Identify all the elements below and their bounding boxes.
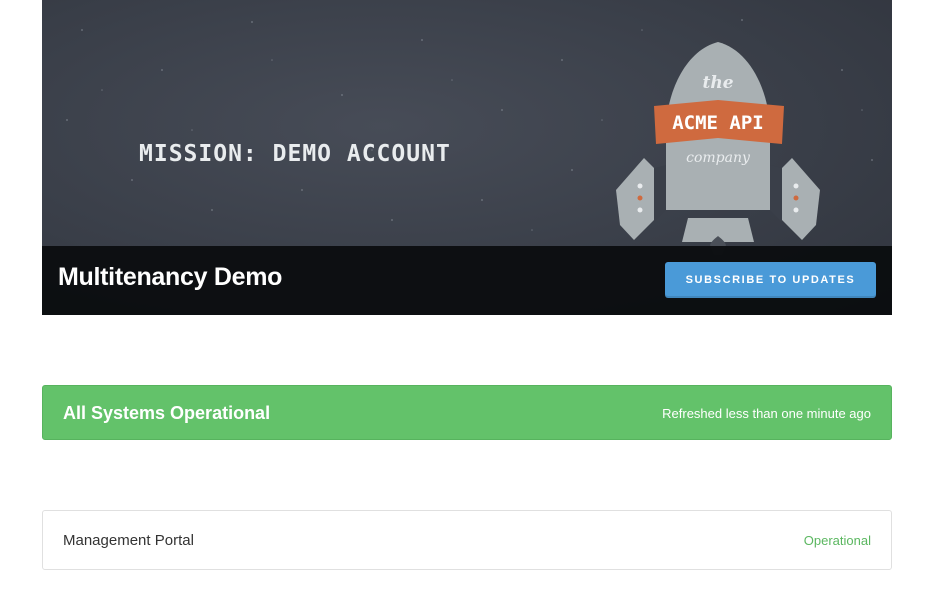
system-status-banner: All Systems Operational Refreshed less t… [42, 385, 892, 440]
logo-text-the: the [702, 73, 733, 93]
acme-rocket-logo: the ACME API company [616, 42, 820, 255]
component-status-badge: Operational [803, 533, 871, 548]
status-refreshed-timestamp: Refreshed less than one minute ago [662, 406, 871, 421]
subscribe-to-updates-button[interactable]: SUBSCRIBE TO UPDATES [665, 262, 876, 298]
mission-banner-text: MISSION: DEMO ACCOUNT [139, 141, 451, 167]
status-title: All Systems Operational [63, 403, 271, 423]
logo-text-acme-api: ACME API [672, 112, 764, 134]
component-name: Management Portal [63, 532, 194, 549]
page-title: Multitenancy Demo [58, 263, 283, 291]
hero-banner: MISSION: DEMO ACCOUNT the ACME API compa… [42, 0, 892, 315]
logo-text-company: company [686, 150, 751, 166]
component-list: Management Portal Operational [42, 510, 892, 570]
